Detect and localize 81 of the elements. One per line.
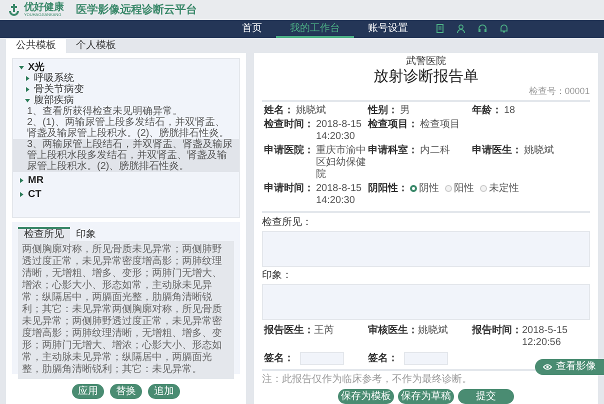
field-label: 检查时间： [264, 118, 314, 131]
field-value: 男 [400, 104, 410, 117]
caret-right-icon[interactable] [25, 87, 30, 92]
document-icon[interactable] [436, 24, 444, 33]
field-label: 签名： [264, 352, 294, 366]
nav-tab[interactable]: 我的工作台 [276, 20, 354, 38]
field-label: 申请医生： [472, 144, 522, 157]
field-label: 检查项目： [368, 118, 418, 131]
radio-button[interactable] [445, 185, 452, 192]
report-title: 放射诊断报告单 [374, 68, 478, 86]
caret-right-icon[interactable] [25, 76, 30, 81]
template-item[interactable]: 2、(1)、两输尿管上段多发结石，并双肾盂、肾盏及输尿管上段积水。(2)、膀胱排石性炎。 [13, 117, 239, 139]
field-label: 阴阳性： [368, 182, 408, 195]
button[interactable]: 保存为模板 [338, 389, 394, 404]
impression-label: 印象： [262, 270, 293, 282]
template-tab[interactable]: 个人模板 [66, 39, 126, 53]
field-value: 2018-8-15 14:20:30 [316, 118, 363, 143]
report-note: 注：此报告仅作为临床参考，不作为最终诊断。 [262, 374, 472, 386]
button[interactable]: 追加 [148, 384, 180, 399]
field-value: 18 [504, 104, 516, 117]
button[interactable]: 应用 [72, 384, 104, 399]
field-label: 年龄： [472, 104, 502, 117]
tree-node[interactable]: 呼吸系统 [34, 73, 74, 84]
preview-tab[interactable]: 检查所见 [18, 227, 70, 241]
caret-right-icon[interactable] [19, 192, 24, 197]
field-label: 签名： [368, 352, 398, 366]
tree-node[interactable]: MR [28, 175, 44, 186]
view-images-button[interactable]: 查看影像 [535, 359, 604, 375]
field-value: 内二科 [420, 144, 450, 157]
radio-label: 阳性 [454, 182, 474, 195]
field-label: 性别： [368, 104, 398, 117]
user-icon[interactable] [457, 24, 465, 33]
field-label: 审核医生： [368, 325, 418, 338]
findings-field[interactable] [262, 230, 590, 267]
field-label: 申请时间： [264, 182, 314, 195]
nav-tab[interactable]: 账号设置 [354, 20, 422, 38]
radio-button[interactable] [480, 185, 487, 192]
signature-field[interactable] [404, 352, 448, 366]
signature-field[interactable] [300, 352, 344, 366]
preview-tab[interactable]: 印象 [70, 227, 102, 241]
logo-icon [8, 3, 20, 17]
field-label: 姓名： [264, 104, 294, 117]
template-tab[interactable]: 公共模板 [6, 39, 66, 53]
impression-field[interactable] [262, 284, 590, 320]
field-value: 重庆市渝中区妇幼保健院 [316, 144, 367, 181]
field-label: 报告医生： [264, 325, 314, 338]
field-value: 姚晓斌 [296, 104, 326, 117]
field-label: 申请医院： [264, 144, 314, 157]
field-value: 2018-5-15 12:20:56 [522, 325, 569, 350]
bell-icon[interactable] [500, 24, 508, 33]
tree-node[interactable]: 骨关节病变 [34, 84, 84, 95]
eye-icon [543, 364, 552, 370]
field-value: 姚晓斌 [418, 325, 448, 338]
template-item[interactable]: 3、两输尿管上段结石，并双肾盂、肾盏及输尿管上段积水段多发结石，并双肾盂、肾盏及输尿管上段积水。(2)、膀胱排石性炎。 [13, 139, 239, 172]
nav-tab[interactable]: 首页 [228, 20, 276, 38]
tree-node[interactable]: CT [28, 189, 42, 200]
hospital-name: 武警医院 [406, 56, 446, 68]
field-label: 报告时间： [472, 325, 522, 338]
field-value: 2018-8-15 14:20:30 [316, 182, 363, 207]
template-item[interactable]: 1、查看所获得检查未见明确异常。 [13, 106, 239, 117]
exam-number: 检查号：00001 [528, 86, 590, 96]
caret-right-icon[interactable] [19, 178, 24, 183]
field-value: 检查项目 [420, 118, 460, 131]
button[interactable]: 保存为草稿 [398, 389, 454, 404]
tree-node[interactable]: 腹部疾病 [34, 95, 74, 106]
app-title: 医学影像远程诊断云平台 [76, 2, 197, 18]
radio-label: 未定性 [489, 182, 519, 195]
button[interactable]: 替换 [110, 384, 142, 399]
field-label: 申请科室： [368, 144, 418, 157]
logo-text: 优好健康 [24, 3, 64, 13]
headset-icon[interactable] [478, 24, 487, 33]
field-value: 王芮 [314, 325, 334, 338]
findings-label: 检查所见： [262, 216, 313, 229]
preview-text: 两侧胸廓对称，所见骨质未见异常；两侧肺野透过度正常，未见异常密度增高影；两肺纹理清晰，无增粗、增多、变形；两肺门无增大、增浓；心影大小、形态如常，主动脉未见异常；纵隔居中，两膈面光整，肋膈角清晰锐利；其它：未见异常两侧胸廓对称，所见骨质未见异常；两侧肺野透过度正常，未见异常密度增高影；两肺纹理清晰，无增粗、增多、变形；两肺门无增大、增浓；心影大小、形态如常，主动脉未见异常；纵隔居中，两膈面光整，肋膈角清晰锐利；其它：未见异常。 [22, 244, 223, 376]
caret-down-icon[interactable] [25, 98, 30, 103]
tree-node[interactable]: X光 [28, 62, 45, 73]
radio-button[interactable] [410, 185, 417, 192]
field-value: 姚晓斌 [524, 144, 554, 157]
caret-down-icon[interactable] [19, 65, 24, 70]
radio-label: 阴性 [419, 182, 439, 195]
button[interactable]: 提交 [458, 389, 514, 404]
